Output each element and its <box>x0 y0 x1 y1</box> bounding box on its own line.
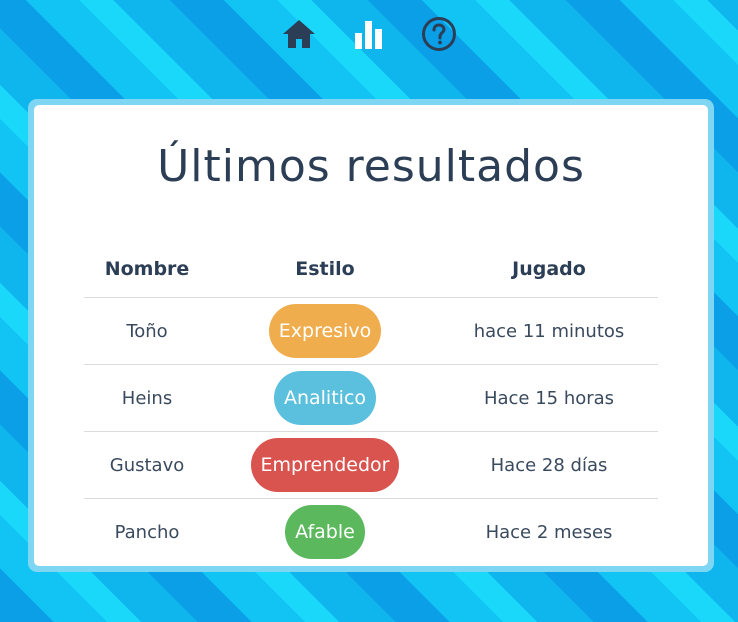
header-estilo: Estilo <box>210 240 440 298</box>
bar-chart-icon <box>355 21 382 49</box>
results-table: Nombre Estilo Jugado Toño Expresivo hace… <box>84 240 658 565</box>
page-title: Últimos resultados <box>157 141 585 192</box>
table-row: Heins Analitico Hace 15 horas <box>84 364 658 432</box>
style-badge: Afable <box>285 505 365 559</box>
player-name: Heins <box>84 364 210 432</box>
question-circle-icon <box>422 17 456 51</box>
player-name: Toño <box>84 297 210 365</box>
player-name: Gustavo <box>84 431 210 499</box>
style-badge: Analitico <box>273 371 377 425</box>
table-row: Gustavo Emprendedor Hace 28 días <box>84 431 658 499</box>
header-nombre: Nombre <box>84 240 210 298</box>
played-time: Hace 2 meses <box>485 521 613 543</box>
header-jugado: Jugado <box>440 240 658 298</box>
style-cell: Afable <box>210 499 440 566</box>
home-button[interactable] <box>279 14 319 54</box>
results-card: Últimos resultados Nombre Estilo Jugado … <box>34 105 708 566</box>
style-badge: Expresivo <box>268 304 382 358</box>
table-row: Toño Expresivo hace 11 minutos <box>84 297 658 365</box>
home-icon <box>283 20 315 48</box>
played-time: Hace 28 días <box>440 431 658 499</box>
table-header-row: Nombre Estilo Jugado <box>84 240 658 298</box>
style-cell: Analitico <box>210 364 440 432</box>
style-cell: Expresivo <box>210 297 440 365</box>
style-badge: Emprendedor <box>250 438 400 492</box>
played-time: hace 11 minutos <box>440 297 658 365</box>
table-row: Pancho Afable Hace 2 meses <box>84 499 658 566</box>
help-button[interactable] <box>419 14 459 54</box>
player-name: Pancho <box>114 521 180 543</box>
style-cell: Emprendedor <box>210 431 440 499</box>
played-time: Hace 15 horas <box>440 364 658 432</box>
top-navigation <box>0 14 738 54</box>
stats-button[interactable] <box>349 14 389 54</box>
